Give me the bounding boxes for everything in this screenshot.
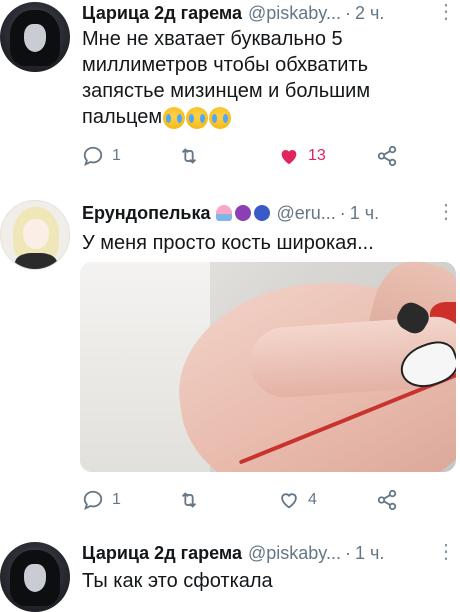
reply-icon <box>83 490 103 510</box>
crying-face-icon <box>186 106 209 129</box>
action-bar: 1 4 <box>82 488 452 512</box>
separator: · <box>344 2 351 23</box>
tweet-text: Мне не хватает буквально 5 миллиметров ч… <box>82 26 452 130</box>
tweet-header: Царица 2д гарема @piskaby... · 2 ч. <box>82 2 384 24</box>
retweet-icon <box>181 492 197 508</box>
avatar[interactable] <box>0 2 70 72</box>
crying-face-icon <box>163 106 186 129</box>
retweet-icon <box>181 148 197 164</box>
reply-button[interactable]: 1 <box>82 144 121 168</box>
reply-icon <box>83 146 103 166</box>
more-options-icon[interactable]: ⋮ <box>436 2 456 22</box>
tweet-text: У меня просто кость широкая... <box>82 232 374 254</box>
tweet[interactable]: Царица 2д гарема @piskaby... · 2 ч. ⋮ Мн… <box>0 0 460 190</box>
blueberries-icon <box>254 205 271 221</box>
crying-face-icon <box>209 106 232 129</box>
reply-count: 1 <box>112 491 121 508</box>
author-name[interactable]: Царица 2д гарема <box>82 543 242 564</box>
emoji-group <box>162 106 232 129</box>
retweet-button[interactable] <box>178 144 200 168</box>
like-button[interactable]: 13 <box>278 144 326 168</box>
tweet[interactable]: Царица 2д гарема @piskaby... · 1 ч. ⋮ Ты… <box>0 530 460 612</box>
author-name[interactable]: Царица 2д гарема <box>82 3 242 24</box>
timestamp[interactable]: 2 ч. <box>355 3 384 24</box>
author-name[interactable]: Ерундопелька <box>82 203 210 224</box>
grapes-icon <box>235 205 252 221</box>
avatar-face <box>24 564 46 592</box>
author-handle[interactable]: @piskaby... <box>248 543 341 564</box>
like-count: 4 <box>308 491 317 508</box>
retweet-button[interactable] <box>178 488 200 512</box>
avatar-shirt <box>15 253 57 269</box>
more-options-icon[interactable]: ⋮ <box>436 202 456 222</box>
tweet-photo[interactable] <box>80 262 456 472</box>
heart-icon <box>281 493 297 509</box>
share-icon <box>377 489 397 511</box>
share-icon <box>377 145 397 167</box>
avatar[interactable] <box>0 200 70 270</box>
timestamp[interactable]: 1 ч. <box>355 543 384 564</box>
share-button[interactable] <box>376 144 398 168</box>
reply-button[interactable]: 1 <box>82 488 121 512</box>
more-options-icon[interactable]: ⋮ <box>436 542 456 562</box>
tweet-text: Ты как это сфоткала <box>82 570 273 592</box>
separator: · <box>339 202 346 223</box>
like-count: 13 <box>308 147 326 164</box>
author-handle[interactable]: @eru... <box>276 203 335 224</box>
timestamp[interactable]: 1 ч. <box>350 203 379 224</box>
tweet-header: Ерундопелька @eru... · 1 ч. <box>82 202 379 224</box>
like-button[interactable]: 4 <box>278 488 317 512</box>
avatar-face <box>23 219 49 249</box>
cupcake-icon <box>216 205 233 221</box>
badge-group <box>216 205 271 221</box>
separator: · <box>344 542 351 563</box>
author-handle[interactable]: @piskaby... <box>248 3 341 24</box>
avatar[interactable] <box>0 542 70 612</box>
share-button[interactable] <box>376 488 398 512</box>
action-bar: 1 13 <box>82 144 452 168</box>
tweet-header: Царица 2д гарема @piskaby... · 1 ч. <box>82 542 384 564</box>
reply-count: 1 <box>112 147 121 164</box>
avatar-face <box>24 24 46 52</box>
heart-filled-icon <box>281 150 297 165</box>
